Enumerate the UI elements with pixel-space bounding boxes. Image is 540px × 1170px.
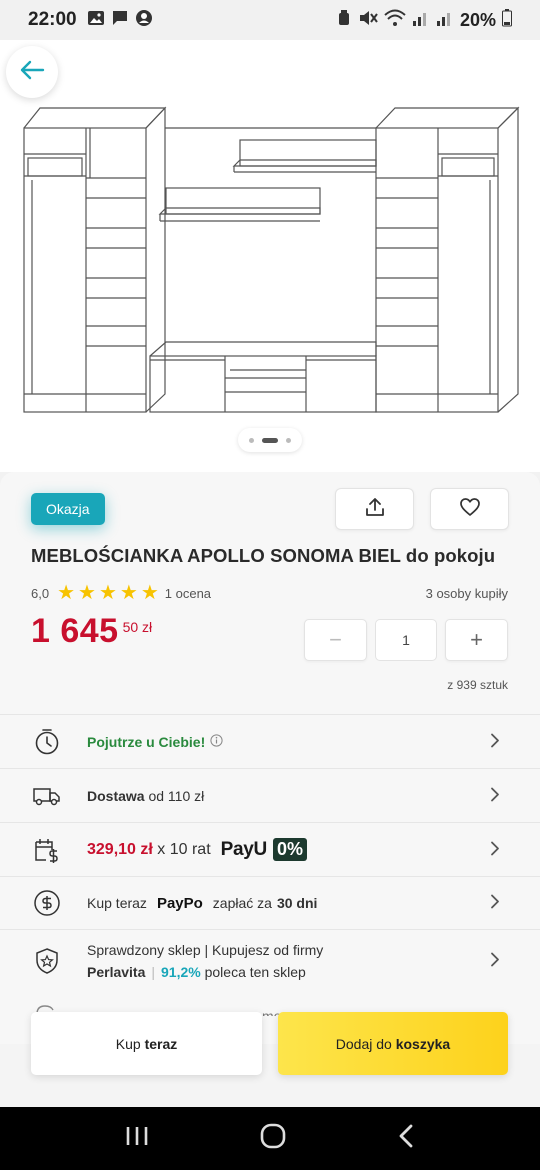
star-icon: ★ bbox=[78, 582, 96, 604]
favorite-button[interactable] bbox=[430, 488, 509, 530]
seller-percent: 91,2% bbox=[161, 963, 201, 980]
installment-amount: 329,10 zł bbox=[87, 840, 153, 858]
info-list: Pojutrze u Ciebie! Dostawa od 110 zł 329… bbox=[0, 714, 540, 991]
status-time: 22:00 bbox=[28, 9, 77, 30]
stock-available: z 939 sztuk bbox=[447, 678, 508, 692]
message-notification-icon bbox=[111, 9, 129, 32]
paypo-prefix: Kup teraz bbox=[87, 895, 147, 911]
back-button[interactable] bbox=[6, 46, 58, 98]
star-icon: ★ bbox=[140, 582, 159, 604]
battery-percent: 20% bbox=[459, 9, 496, 30]
product-title: MEBLOŚCIANKA APOLLO SONOMA BIEL do pokoj… bbox=[31, 545, 496, 566]
paypo-logo: PayPo bbox=[156, 894, 203, 912]
wifi-icon bbox=[384, 9, 406, 32]
chevron-right-icon bbox=[490, 732, 500, 751]
clock-icon bbox=[33, 728, 61, 756]
add-to-cart-button[interactable]: Dodaj do koszyka bbox=[278, 1012, 508, 1075]
calendar-dollar-icon bbox=[33, 836, 61, 864]
separator: | bbox=[151, 963, 156, 980]
buy-now-bold: teraz bbox=[144, 1035, 178, 1052]
back-nav-button[interactable] bbox=[396, 1123, 416, 1154]
seller-verified-text: Sprawdzony sklep | Kupujesz od firmy bbox=[87, 941, 324, 958]
rating-stars: ★ ★ ★ ★ ★ bbox=[57, 582, 159, 604]
delivery-time-row[interactable]: Pojutrze u Ciebie! bbox=[0, 714, 540, 768]
chevron-right-icon bbox=[490, 894, 500, 913]
star-icon: ★ bbox=[98, 582, 117, 604]
installments-row[interactable]: 329,10 zł x 10 rat PayU 0% bbox=[0, 822, 540, 876]
deal-badge: Okazja bbox=[31, 493, 105, 525]
paypo-text: zapłać za bbox=[212, 895, 272, 911]
star-icon: ★ bbox=[119, 582, 138, 604]
chevron-right-icon bbox=[490, 951, 500, 970]
buy-now-button[interactable]: Kup teraz bbox=[31, 1012, 262, 1075]
arrow-left-icon bbox=[19, 59, 45, 86]
mute-icon bbox=[358, 9, 378, 32]
buy-now-prefix: Kup bbox=[115, 1035, 145, 1052]
share-button[interactable] bbox=[335, 488, 414, 530]
pagination-dot[interactable] bbox=[249, 437, 254, 443]
pagination-dot[interactable] bbox=[286, 437, 291, 443]
system-nav-bar bbox=[0, 1107, 540, 1170]
pagination-dot-active[interactable] bbox=[262, 437, 278, 443]
paypo-row[interactable]: Kup teraz PayPo zapłać za 30 dni bbox=[0, 876, 540, 929]
delivery-label: Dostawa bbox=[87, 787, 145, 804]
dollar-circle-icon bbox=[33, 889, 61, 917]
add-cart-bold: koszyka bbox=[395, 1035, 451, 1052]
status-bar: 22:00 20% bbox=[0, 0, 540, 40]
share-icon bbox=[364, 496, 386, 523]
seller-name[interactable]: Perlavita bbox=[87, 964, 145, 980]
account-notification-icon bbox=[135, 9, 153, 32]
delivery-row[interactable]: Dostawa od 110 zł bbox=[0, 768, 540, 822]
add-cart-prefix: Dodaj do bbox=[335, 1035, 396, 1052]
quantity-input[interactable]: 1 bbox=[375, 619, 437, 661]
gallery-notification-icon bbox=[87, 9, 105, 32]
signal-icon-1 bbox=[412, 9, 430, 32]
price-cents: 50 zł bbox=[122, 619, 153, 635]
gallery-pagination[interactable] bbox=[238, 428, 302, 452]
price: 1 645 50 zł bbox=[31, 612, 152, 651]
shield-star-icon bbox=[33, 947, 61, 975]
recent-apps-button[interactable] bbox=[124, 1124, 150, 1153]
seller-recommend: poleca ten sklep bbox=[204, 963, 306, 980]
paypo-days: 30 dni bbox=[276, 895, 318, 911]
seller-line2: Perlavita | 91,2% poleca ten sklep bbox=[87, 964, 306, 980]
buyers-count: 3 osoby kupiły bbox=[425, 586, 508, 601]
seller-row[interactable]: Sprawdzony sklep | Kupujesz od firmy Per… bbox=[0, 929, 540, 991]
battery-icon bbox=[502, 8, 512, 32]
quantity-increase-button[interactable]: + bbox=[445, 619, 508, 661]
pickup-text: Pojutrze u Ciebie! bbox=[87, 733, 206, 750]
payu-logo: PayU bbox=[220, 838, 268, 860]
product-gallery[interactable] bbox=[0, 40, 540, 472]
info-icon[interactable] bbox=[210, 733, 223, 750]
screen: 22:00 20% Okazja MEBLOŚCIANKA APOLLO SON… bbox=[0, 0, 540, 1170]
status-right: 20% bbox=[336, 8, 512, 32]
rating-count: 1 ocena bbox=[164, 585, 212, 601]
payu-zero-percent: 0% bbox=[272, 838, 307, 861]
rating-value: 6,0 bbox=[31, 585, 50, 601]
truck-icon bbox=[33, 782, 61, 810]
chevron-right-icon bbox=[490, 786, 500, 805]
delivery-price: od 110 zł bbox=[144, 787, 205, 804]
heart-icon bbox=[459, 497, 481, 522]
rating-row[interactable]: 6,0 ★ ★ ★ ★ ★ 1 ocena bbox=[31, 582, 212, 604]
home-button[interactable] bbox=[259, 1122, 287, 1155]
installment-count: x 10 rat bbox=[152, 840, 211, 858]
signal-icon-2 bbox=[436, 9, 454, 32]
alarm-icon bbox=[336, 9, 352, 32]
price-main: 1 645 bbox=[31, 612, 119, 650]
product-image bbox=[23, 106, 520, 413]
chevron-right-icon bbox=[490, 840, 500, 859]
star-icon: ★ bbox=[57, 582, 76, 604]
quantity-decrease-button[interactable]: − bbox=[304, 619, 367, 661]
